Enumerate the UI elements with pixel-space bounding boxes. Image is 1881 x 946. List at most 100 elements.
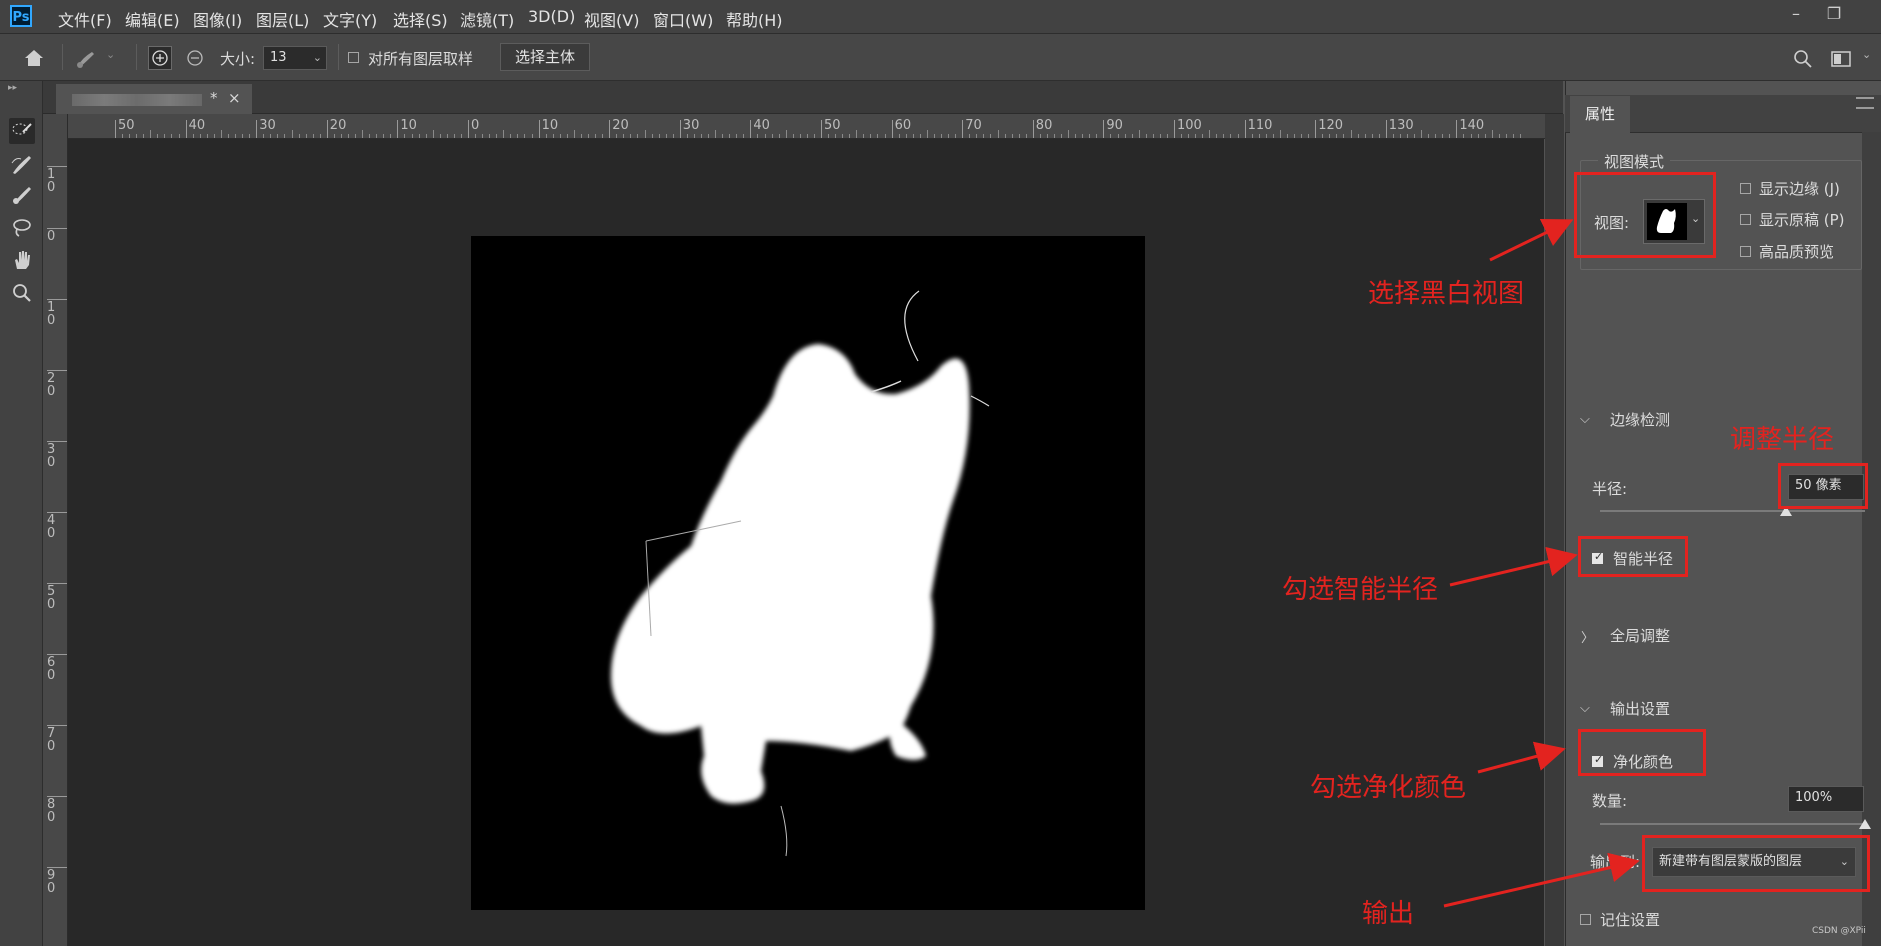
zoom-tool-icon[interactable] (9, 280, 35, 306)
amount-input[interactable]: 100% (1788, 786, 1864, 812)
menu-item[interactable]: 编辑(E) (125, 7, 180, 31)
output-settings-title[interactable]: 输出设置 (1610, 698, 1670, 719)
chevron-right-icon[interactable]: 〉 (1581, 627, 1594, 646)
output-to-label: 输出到: (1590, 853, 1641, 871)
restore-icon[interactable]: ❐ (1822, 4, 1846, 24)
home-icon[interactable] (22, 46, 46, 70)
ruler-minor-tick (1364, 134, 1366, 138)
ruler-label: 9 0 (47, 868, 56, 896)
brush-tool-icon[interactable] (9, 182, 35, 208)
ruler-minor-tick (856, 130, 858, 138)
ruler-tick (185, 120, 187, 138)
sample-all-layers-checkbox[interactable] (348, 52, 359, 63)
ruler-minor-tick (785, 130, 787, 138)
show-original-checkbox[interactable] (1740, 214, 1751, 225)
select-subject-button[interactable]: 选择主体 (500, 43, 590, 71)
global-refine-title[interactable]: 全局调整 (1610, 625, 1670, 646)
chevron-down-icon[interactable]: ⌄ (1862, 48, 1871, 61)
vertical-scrollbar[interactable] (1545, 114, 1564, 946)
amount-slider[interactable] (1600, 823, 1865, 825)
menu-item[interactable]: 窗口(W) (653, 7, 713, 31)
ruler-label: 50 (118, 118, 135, 133)
ruler-minor-tick (383, 134, 385, 138)
subtract-from-selection-icon[interactable] (184, 47, 206, 69)
brush-preset-icon[interactable] (74, 46, 100, 70)
ruler-minor-tick (595, 134, 597, 138)
highlight-radius-box (1778, 463, 1868, 509)
size-input[interactable]: 13 ⌄ (263, 46, 327, 70)
hq-preview-checkbox[interactable] (1740, 246, 1751, 257)
ruler-minor-tick (870, 134, 872, 138)
document-tab[interactable]: * × (56, 84, 252, 114)
ruler-minor-tick (347, 134, 349, 138)
amount-slider-thumb[interactable] (1859, 819, 1871, 829)
ruler-minor-tick (425, 134, 427, 138)
ruler-tick (1174, 120, 1175, 138)
ruler-minor-tick (1350, 130, 1352, 138)
menu-item[interactable]: 滤镜(T) (460, 7, 514, 31)
ruler-minor-tick (1152, 134, 1154, 138)
annotation-check-decontaminate: 勾选净化颜色 (1310, 773, 1467, 803)
ruler-tick (538, 120, 540, 138)
ruler-minor-tick (1188, 134, 1190, 138)
chevron-down-icon[interactable]: ⌄ (106, 48, 115, 61)
collapse-icon[interactable]: ▸▸ (8, 83, 17, 93)
ruler-minor-tick (1159, 134, 1161, 138)
quick-selection-tool-icon[interactable] (9, 118, 35, 144)
ruler-minor-tick (206, 134, 208, 138)
ruler-minor-tick (1089, 134, 1091, 138)
search-icon[interactable] (1792, 48, 1814, 70)
menu-item[interactable]: 选择(S) (393, 7, 448, 31)
workspace-icon[interactable] (1830, 49, 1852, 69)
ruler-label: 100 (1177, 118, 1202, 133)
menu-item[interactable]: 图像(I) (193, 7, 242, 31)
menu-item[interactable]: 文件(F) (58, 7, 112, 31)
ruler-minor-tick (369, 134, 371, 138)
ruler-minor-tick (242, 134, 244, 138)
menu-item[interactable]: 3D(D) (528, 7, 575, 26)
lasso-tool-icon[interactable] (9, 215, 35, 241)
vertical-ruler: 1 0 0 1 0 2 0 3 0 4 0 5 0 6 0 7 0 8 0 9 0 (43, 114, 68, 946)
refine-edge-brush-icon[interactable] (9, 151, 35, 177)
ruler-minor-tick (1025, 134, 1027, 138)
edge-detection-title[interactable]: 边缘检测 (1610, 409, 1670, 430)
ruler-minor-tick (997, 130, 999, 138)
menu-item[interactable]: 图层(L) (256, 7, 309, 31)
ruler-minor-tick (263, 134, 265, 138)
ruler-minor-tick (1329, 134, 1331, 138)
chevron-down-icon[interactable]: ⌵ (1580, 701, 1590, 716)
ruler-minor-tick (955, 134, 957, 138)
ruler-minor-tick (842, 134, 844, 138)
ruler-minor-tick (1421, 130, 1423, 138)
menu-item[interactable]: 视图(V) (584, 7, 639, 31)
ruler-minor-tick (439, 134, 441, 138)
radius-slider[interactable] (1600, 510, 1865, 512)
ruler-minor-tick (743, 134, 745, 138)
ruler-minor-tick (1336, 134, 1338, 138)
chevron-down-icon[interactable]: ⌄ (313, 47, 322, 69)
ruler-minor-tick (1053, 134, 1055, 138)
menu-item[interactable]: 帮助(H) (726, 7, 783, 31)
ruler-minor-tick (453, 134, 455, 138)
ruler-label: 4 0 (47, 513, 56, 541)
remember-settings-checkbox[interactable] (1580, 914, 1591, 925)
ruler-label: 20 (612, 118, 629, 133)
ruler-minor-tick (559, 134, 561, 138)
ruler-minor-tick (715, 130, 717, 138)
panel-menu-icon[interactable] (1856, 97, 1874, 109)
show-edge-checkbox[interactable] (1740, 183, 1751, 194)
ruler-minor-tick (1308, 134, 1310, 138)
ruler-minor-tick (637, 134, 639, 138)
chevron-down-icon[interactable]: ⌵ (1580, 412, 1590, 427)
close-icon[interactable]: × (228, 89, 241, 107)
show-edge-label: 显示边缘 (J) (1759, 180, 1840, 198)
minimize-icon[interactable]: – (1784, 4, 1808, 24)
mask-preview-canvas[interactable] (471, 236, 1145, 910)
add-to-selection-icon[interactable] (148, 46, 172, 70)
tab-properties[interactable]: 属性 (1570, 96, 1630, 133)
menu-item[interactable]: 文字(Y) (323, 7, 377, 31)
ruler-minor-tick (792, 134, 794, 138)
annotation-check-smart-radius: 勾选智能半径 (1282, 575, 1439, 605)
hand-tool-icon[interactable] (9, 247, 35, 273)
ruler-minor-tick (171, 134, 173, 138)
